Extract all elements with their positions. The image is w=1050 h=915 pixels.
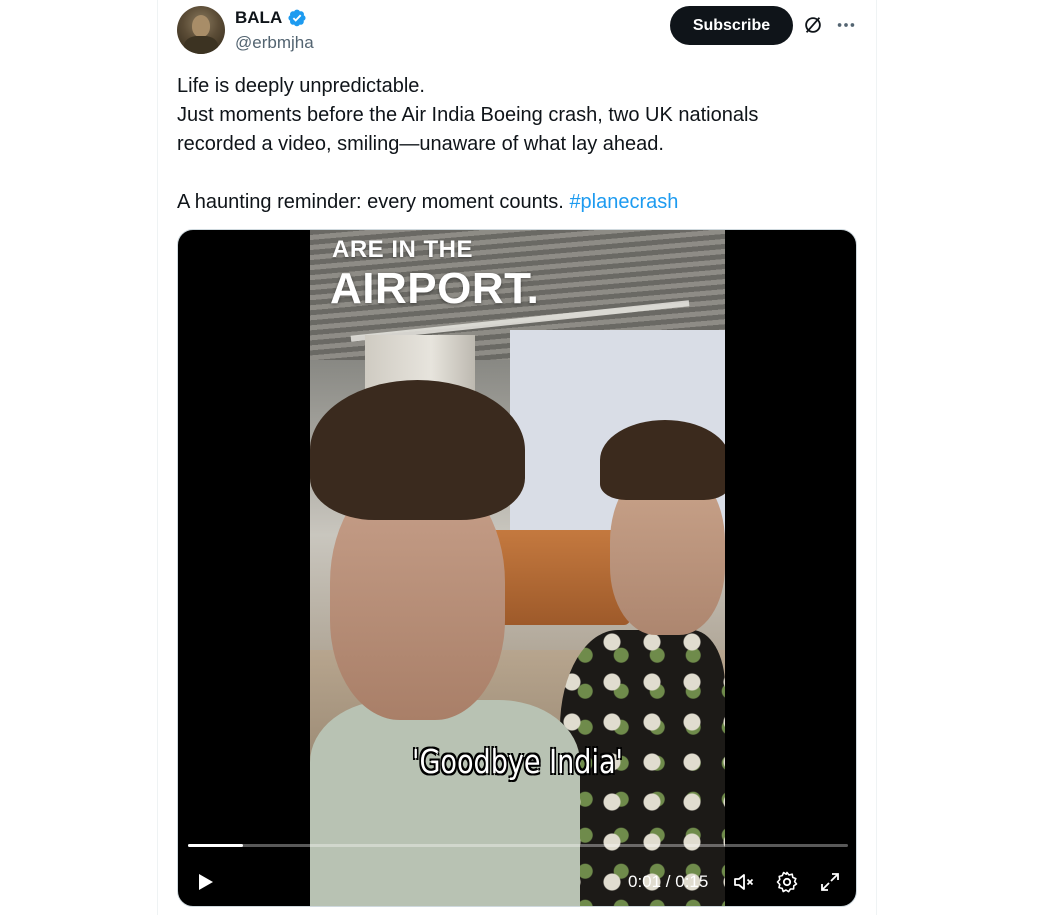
tweet-line: Just moments before the Air India Boeing…: [177, 104, 759, 126]
video-time: 0:01 / 0:15: [628, 872, 709, 891]
grok-icon[interactable]: [802, 14, 824, 36]
tweet-line: Life is deeply unpredictable.: [177, 75, 425, 97]
avatar[interactable]: [177, 6, 225, 54]
more-icon[interactable]: [835, 14, 857, 36]
tweet-line: A haunting reminder: every moment counts…: [177, 191, 564, 213]
tweet-line-with-hashtag: A haunting reminder: every moment counts…: [177, 188, 857, 217]
video-player[interactable]: ARE IN THE AIRPORT. 'Goodbye India' 0:01…: [177, 229, 857, 907]
person-left-shirt: [310, 700, 580, 906]
person-left-hair: [310, 380, 525, 520]
verified-badge-icon: [288, 9, 306, 27]
play-icon[interactable]: [193, 870, 217, 894]
subscribe-button[interactable]: Subscribe: [670, 6, 793, 45]
fullscreen-icon[interactable]: [818, 870, 842, 894]
person-right-hair: [600, 420, 725, 500]
video-overlay-text: ARE IN THE: [332, 236, 474, 263]
mute-icon[interactable]: [732, 870, 756, 894]
tweet-text: Life is deeply unpredictable. Just momen…: [177, 72, 857, 217]
settings-icon[interactable]: [775, 870, 799, 894]
author-handle[interactable]: @erbmjha: [235, 33, 314, 53]
author-display-name[interactable]: BALA: [235, 8, 282, 28]
video-caption: 'Goodbye India': [412, 742, 623, 781]
video-progress-fill: [188, 844, 243, 847]
avatar-body: [184, 36, 218, 54]
hashtag-link[interactable]: #planecrash: [569, 191, 678, 213]
avatar-face: [192, 15, 210, 37]
video-progress-bar[interactable]: [188, 844, 848, 847]
video-overlay-heading: AIRPORT.: [330, 264, 540, 313]
tweet-line: recorded a video, smiling—unaware of wha…: [177, 133, 664, 155]
video-frame[interactable]: ARE IN THE AIRPORT. 'Goodbye India': [310, 230, 725, 906]
